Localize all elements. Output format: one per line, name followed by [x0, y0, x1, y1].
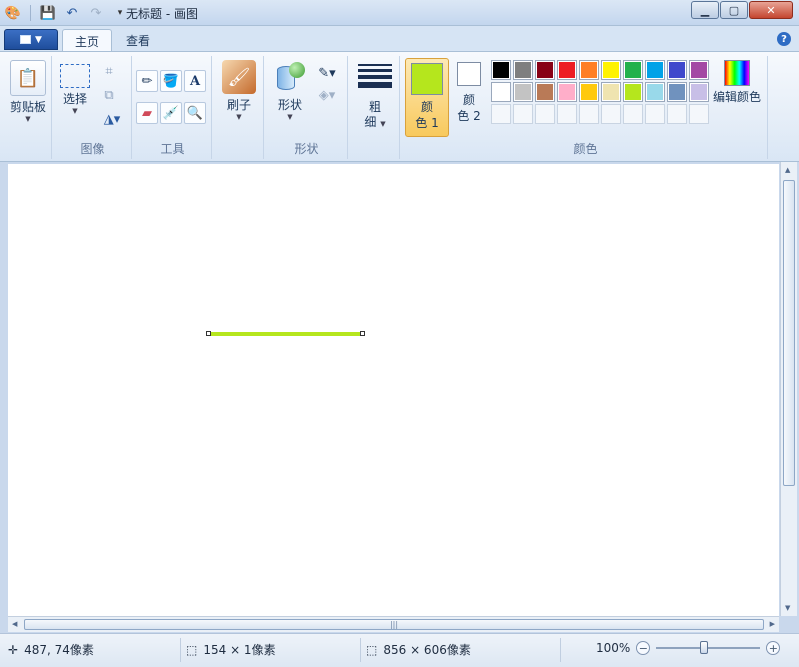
undo-icon[interactable]: ↶: [63, 4, 81, 22]
rotate-icon[interactable]: ◮▾: [98, 108, 126, 130]
help-icon[interactable]: ?: [777, 32, 791, 46]
chevron-down-icon: ▼: [25, 115, 31, 123]
text-icon[interactable]: A: [184, 70, 206, 92]
horizontal-scroll-thumb[interactable]: |||: [24, 619, 764, 630]
vertical-scrollbar[interactable]: ▲ ▼: [780, 162, 797, 616]
workspace: ▲ ▼ ◀ ||| ▶: [0, 162, 799, 633]
eraser-icon[interactable]: ▰: [136, 102, 158, 124]
size-label: 粗 细 ▼: [364, 100, 385, 132]
status-separator: [180, 638, 181, 662]
chevron-down-icon: ▼: [72, 107, 78, 115]
paste-label: 剪贴板: [9, 100, 46, 114]
chevron-down-icon: ▼: [236, 113, 242, 121]
scroll-down-icon[interactable]: ▼: [785, 604, 790, 612]
window-title: 无标题 - 画图: [126, 7, 198, 21]
ribbon-tab-row: ▼ 主页 查看 ?: [0, 26, 799, 52]
drawing-canvas[interactable]: [8, 164, 779, 616]
brush-label: 刷子: [226, 98, 251, 112]
tab-view[interactable]: 查看: [114, 29, 162, 52]
redo-icon[interactable]: ↷: [87, 4, 105, 22]
image-group-label: 图像: [80, 142, 105, 156]
selection-icon: ⬚: [186, 642, 198, 657]
minimize-button[interactable]: ▁: [691, 1, 719, 19]
shape-fill-icon[interactable]: ◈▾: [312, 84, 342, 106]
image-size-text: 856 × 606像素: [383, 643, 471, 657]
maximize-button[interactable]: ▢: [720, 1, 748, 19]
clipboard-group: 📋 剪贴板 ▼: [4, 56, 52, 159]
scroll-right-icon[interactable]: ▶: [770, 620, 775, 628]
vertical-scroll-thumb[interactable]: [783, 180, 795, 486]
size-label-line2: 细 ▼: [364, 115, 386, 129]
title-bar: 🎨 💾 ↶ ↷ ▾ 无标题 - 画图 ▁ ▢ ✕: [0, 0, 799, 26]
zoom-controls: 100% − +: [596, 641, 781, 655]
window-controls: ▁ ▢ ✕: [691, 1, 793, 19]
pencil-icon[interactable]: ✏: [136, 70, 158, 92]
size-label-line1: 粗: [368, 100, 381, 114]
chevron-down-icon: ▼: [35, 34, 42, 45]
outline-icon[interactable]: ✎▾: [312, 62, 342, 84]
qat-separator: [30, 5, 31, 21]
status-separator: [360, 638, 361, 662]
paint-menu-button[interactable]: ▼: [4, 29, 58, 50]
zoom-level: 100%: [596, 641, 631, 655]
select-button[interactable]: 选择 ▼: [56, 64, 94, 115]
zoom-in-icon[interactable]: +: [766, 641, 781, 655]
image-size: ⬚ 856 × 606像素: [366, 641, 471, 658]
scroll-left-icon[interactable]: ◀: [12, 620, 17, 628]
resize-icon[interactable]: ⧉: [98, 84, 120, 106]
resize-handle-right[interactable]: [360, 331, 365, 336]
brushes-group: 🖌 刷子 ▼: [214, 56, 264, 159]
crop-icon[interactable]: ⌗: [98, 60, 120, 82]
size-button[interactable]: 粗 细 ▼: [356, 64, 394, 132]
cursor-position-text: 487, 74像素: [24, 643, 94, 657]
magnifier-icon[interactable]: 🔍: [184, 102, 206, 124]
crosshair-icon: ✛: [8, 642, 19, 657]
clipboard-icon: 📋: [10, 60, 46, 96]
shapes-button[interactable]: 形状 ▼: [270, 60, 310, 121]
cursor-position: ✛ 487, 74像素: [8, 641, 94, 658]
line-width-icon: [358, 64, 392, 88]
image-group: 选择 ▼ ⌗ ⧉ ◮▾ 图像: [54, 56, 132, 159]
paint-app-icon[interactable]: 🎨: [4, 4, 22, 22]
brush-button[interactable]: 🖌 刷子 ▼: [220, 60, 258, 121]
tab-home[interactable]: 主页: [62, 29, 113, 52]
save-icon[interactable]: 💾: [39, 4, 57, 22]
paste-button[interactable]: 📋 剪贴板 ▼: [8, 60, 48, 123]
ribbon: 📋 剪贴板 ▼ 选择 ▼ ⌗ ⧉ ◮▾ 图像 ✏ 🪣 A ▰ 💉 🔍 工具 🖌 …: [0, 51, 799, 162]
zoom-out-icon[interactable]: −: [636, 641, 651, 655]
tools-group-label: 工具: [160, 142, 185, 156]
color-picker-icon[interactable]: 💉: [160, 102, 182, 124]
scroll-up-icon[interactable]: ▲: [785, 166, 790, 174]
shapes-icon: [273, 60, 307, 94]
document-icon: [20, 35, 32, 44]
status-separator: [560, 638, 561, 662]
zoom-slider[interactable]: [656, 641, 761, 654]
horizontal-scrollbar[interactable]: ◀ ||| ▶: [8, 616, 779, 632]
select-icon: [60, 64, 90, 88]
fill-icon[interactable]: 🪣: [160, 70, 182, 92]
colors-group: 颜色: [404, 56, 768, 159]
drawn-line[interactable]: [209, 332, 363, 336]
shapes-label: 形状: [277, 98, 302, 112]
chevron-down-icon: ▼: [287, 113, 293, 121]
shapes-group-label: 形状: [294, 142, 319, 156]
shapes-group: 形状 ▼ ✎▾ ◈▾ 形状: [266, 56, 348, 159]
image-size-icon: ⬚: [366, 642, 378, 657]
status-bar: ✛ 487, 74像素 ⬚ 154 × 1像素 ⬚ 856 × 606像素 10…: [0, 633, 799, 667]
select-label: 选择: [62, 92, 87, 106]
close-button[interactable]: ✕: [749, 1, 793, 19]
zoom-slider-thumb[interactable]: [700, 641, 709, 654]
resize-handle-left[interactable]: [206, 331, 211, 336]
colors-group-label: 颜色: [573, 142, 598, 156]
quick-access-toolbar: 🎨 💾 ↶ ↷ ▾: [4, 3, 129, 23]
brush-icon: 🖌: [222, 60, 256, 94]
selection-size-text: 154 × 1像素: [203, 643, 276, 657]
selection-size: ⬚ 154 × 1像素: [186, 641, 276, 658]
tools-group: ✏ 🪣 A ▰ 💉 🔍 工具: [134, 56, 212, 159]
size-group: 粗 细 ▼: [350, 56, 400, 159]
